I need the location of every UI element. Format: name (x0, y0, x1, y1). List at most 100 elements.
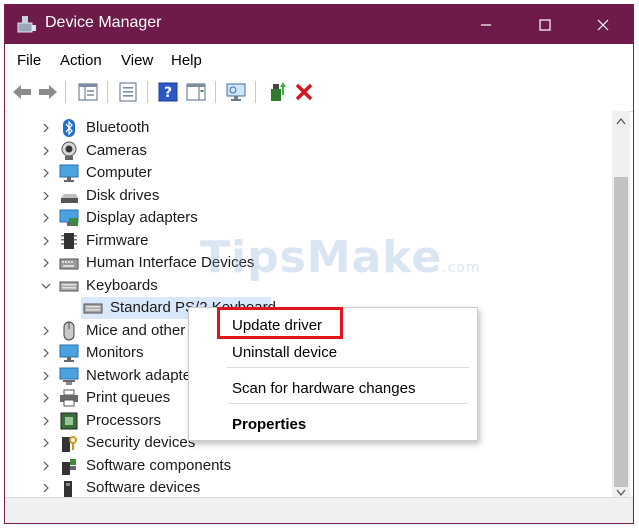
update-driver-icon[interactable] (267, 81, 289, 103)
firmware-chip-icon (61, 232, 77, 249)
uninstall-x-icon[interactable] (293, 81, 315, 103)
status-bar (5, 497, 633, 523)
watermark-text: TipsMake (200, 232, 443, 283)
svg-text:?: ? (164, 85, 172, 101)
minimize-icon (481, 23, 491, 26)
processor-icon (60, 412, 78, 429)
context-scan-hardware-changes[interactable]: Scan for hardware changes (232, 380, 415, 397)
show-hide-tree-icon[interactable] (77, 81, 99, 103)
toolbar-separator (215, 81, 216, 103)
tree-item-label: Software components (86, 456, 232, 474)
tree-item-label: Monitors (86, 344, 144, 361)
tree-item-cameras[interactable]: Cameras (7, 140, 597, 162)
menu-help[interactable]: Help (171, 52, 202, 69)
software-component-icon (62, 458, 76, 475)
chevron-right-icon[interactable] (40, 347, 52, 359)
watermark-suffix: .com (442, 260, 481, 276)
tree-item-software-components[interactable]: Software components (7, 455, 597, 477)
menu-view[interactable]: View (121, 52, 153, 69)
context-menu: Update driver Uninstall device Scan for … (188, 307, 478, 441)
tree-item-computer[interactable]: Computer (7, 162, 597, 184)
menu-file[interactable]: File (17, 52, 41, 69)
computer-icon (59, 164, 79, 182)
keyboard-icon (83, 303, 103, 314)
chevron-right-icon[interactable] (40, 370, 52, 382)
watermark: TipsMake.com (200, 232, 481, 283)
tree-item-label: Mice and other (86, 321, 186, 339)
chevron-right-icon[interactable] (40, 415, 52, 427)
chevron-right-icon[interactable] (40, 235, 52, 247)
minimize-button[interactable] (463, 5, 509, 44)
device-manager-app-icon (17, 16, 36, 33)
mouse-icon (63, 321, 75, 340)
help-icon[interactable]: ? (157, 81, 179, 103)
menu-separator (227, 367, 469, 368)
scan-monitor-icon[interactable] (225, 81, 247, 103)
tree-item-label: Bluetooth (86, 119, 150, 136)
context-uninstall-device[interactable]: Uninstall device (232, 344, 337, 361)
chevron-right-icon[interactable] (40, 482, 52, 494)
chevron-right-icon[interactable] (40, 325, 52, 337)
action-pane-icon[interactable] (185, 81, 207, 103)
chevron-right-icon[interactable] (40, 212, 52, 224)
toolbar: ? (5, 73, 633, 112)
title-bar[interactable]: Device Manager (5, 5, 633, 44)
menu-action[interactable]: Action (60, 52, 102, 69)
printer-icon (60, 389, 78, 407)
display-adapter-icon (59, 209, 79, 226)
chevron-right-icon[interactable] (40, 460, 52, 472)
tree-item-label: Disk drives (86, 186, 160, 204)
chevron-right-icon[interactable] (40, 437, 52, 449)
bluetooth-icon (63, 119, 75, 137)
monitor-icon (59, 344, 79, 362)
chevron-right-icon[interactable] (40, 122, 52, 134)
chevron-right-icon[interactable] (40, 145, 52, 157)
context-properties[interactable]: Properties (232, 416, 306, 433)
scroll-up-arrow-icon[interactable] (616, 117, 626, 125)
scrollbar-thumb[interactable] (614, 177, 628, 487)
tree-item-label: Computer (86, 164, 152, 181)
close-button[interactable] (580, 5, 626, 44)
keyboard-icon (59, 281, 79, 291)
tree-item-label: Cameras (86, 141, 147, 159)
software-device-icon (64, 481, 72, 497)
properties-icon[interactable] (117, 81, 139, 103)
chevron-right-icon[interactable] (40, 392, 52, 404)
vertical-scrollbar[interactable] (612, 111, 630, 497)
tree-item-label: Network adapte (86, 366, 192, 384)
chevron-right-icon[interactable] (40, 257, 52, 269)
tree-item-label: Security devices (86, 434, 196, 451)
toolbar-separator (147, 81, 148, 103)
toolbar-separator (255, 81, 256, 103)
back-arrow-icon[interactable] (11, 81, 33, 103)
maximize-icon (539, 18, 551, 31)
window-title: Device Manager (45, 14, 162, 31)
tree-item-disk-drives[interactable]: Disk drives (7, 185, 597, 207)
chevron-down-icon[interactable] (40, 280, 52, 292)
disk-drive-icon (61, 193, 78, 203)
tree-item-label: Display adapters (86, 209, 198, 226)
tree-item-label: Processors (86, 411, 162, 429)
tree-item-software-devices[interactable]: Software devices (7, 477, 597, 497)
tree-item-label: Print queues (86, 389, 171, 406)
hid-icon (59, 258, 79, 270)
maximize-button[interactable] (522, 5, 568, 44)
toolbar-separator (65, 81, 66, 103)
tree-item-label: Keyboards (86, 276, 158, 294)
scroll-down-arrow-icon[interactable] (616, 489, 626, 497)
tree-item-label: Software devices (86, 479, 201, 496)
menu-separator (227, 403, 469, 404)
network-adapter-icon (59, 367, 79, 385)
tree-item-label: Firmware (86, 231, 149, 249)
menu-bar: File Action View Help (5, 44, 633, 74)
security-device-icon (62, 436, 77, 452)
tree-item-bluetooth[interactable]: Bluetooth (7, 117, 597, 139)
toolbar-separator (107, 81, 108, 103)
forward-arrow-icon[interactable] (37, 81, 59, 103)
camera-icon (61, 141, 77, 160)
chevron-right-icon[interactable] (40, 190, 52, 202)
close-icon (597, 19, 609, 30)
chevron-right-icon[interactable] (40, 167, 52, 179)
context-update-driver[interactable]: Update driver (232, 317, 322, 334)
tree-item-display-adapters[interactable]: Display adapters (7, 207, 597, 229)
